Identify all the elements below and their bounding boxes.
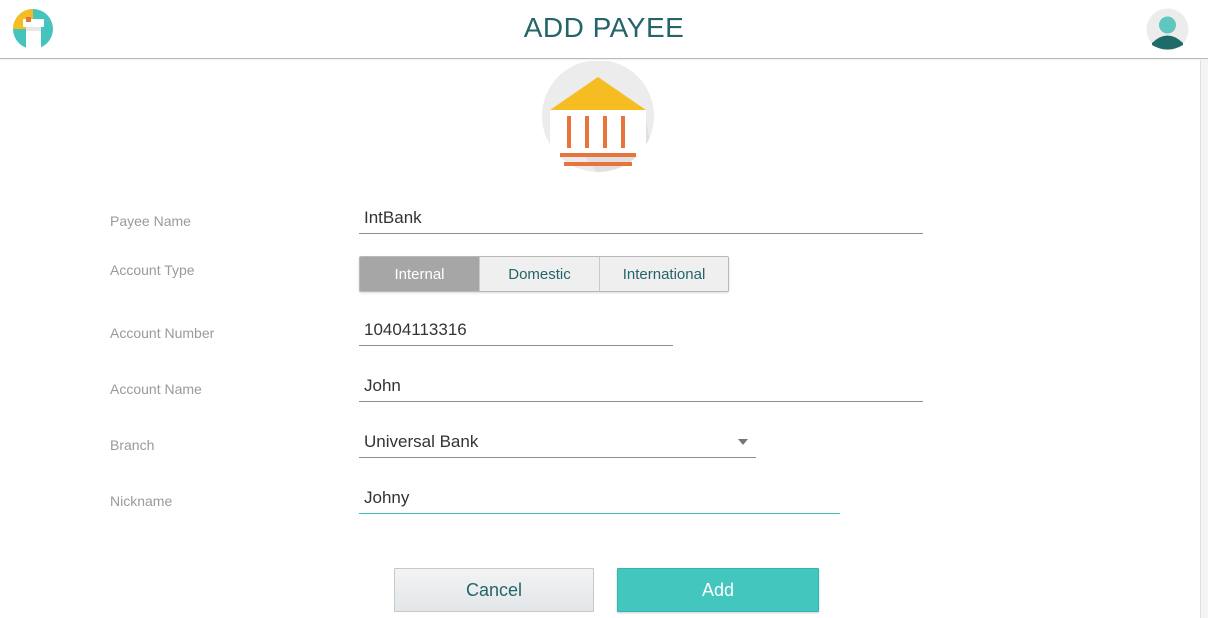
nickname-input[interactable] xyxy=(359,484,840,512)
payee-name-label: Payee Name xyxy=(110,213,191,229)
branch-select[interactable]: Universal Bank xyxy=(359,428,756,458)
app-header: ADD PAYEE xyxy=(0,0,1208,59)
cancel-button[interactable]: Cancel xyxy=(394,568,594,612)
add-button[interactable]: Add xyxy=(617,568,819,612)
user-avatar-icon[interactable] xyxy=(1146,8,1189,51)
account-number-label: Account Number xyxy=(110,325,215,341)
account-type-selector: Internal Domestic International xyxy=(359,256,729,292)
account-number-input[interactable] xyxy=(359,316,673,344)
bank-icon xyxy=(542,61,654,172)
account-type-domestic[interactable]: Domestic xyxy=(480,257,600,291)
payee-name-input[interactable] xyxy=(359,204,923,232)
branch-label: Branch xyxy=(110,437,155,453)
account-name-input[interactable] xyxy=(359,372,923,400)
scrollbar[interactable] xyxy=(1200,60,1208,618)
account-type-label: Account Type xyxy=(110,262,195,278)
branch-selected-value: Universal Bank xyxy=(364,432,479,451)
payee-name-field[interactable] xyxy=(359,204,923,234)
account-type-internal[interactable]: Internal xyxy=(360,257,480,291)
caret-down-icon xyxy=(738,439,748,445)
account-name-label: Account Name xyxy=(110,381,202,397)
nickname-label: Nickname xyxy=(110,493,173,509)
account-number-field[interactable] xyxy=(359,316,673,346)
page-title: ADD PAYEE xyxy=(523,12,685,43)
account-type-international[interactable]: International xyxy=(600,257,728,291)
account-name-field[interactable] xyxy=(359,372,923,402)
nickname-field[interactable] xyxy=(359,484,840,514)
